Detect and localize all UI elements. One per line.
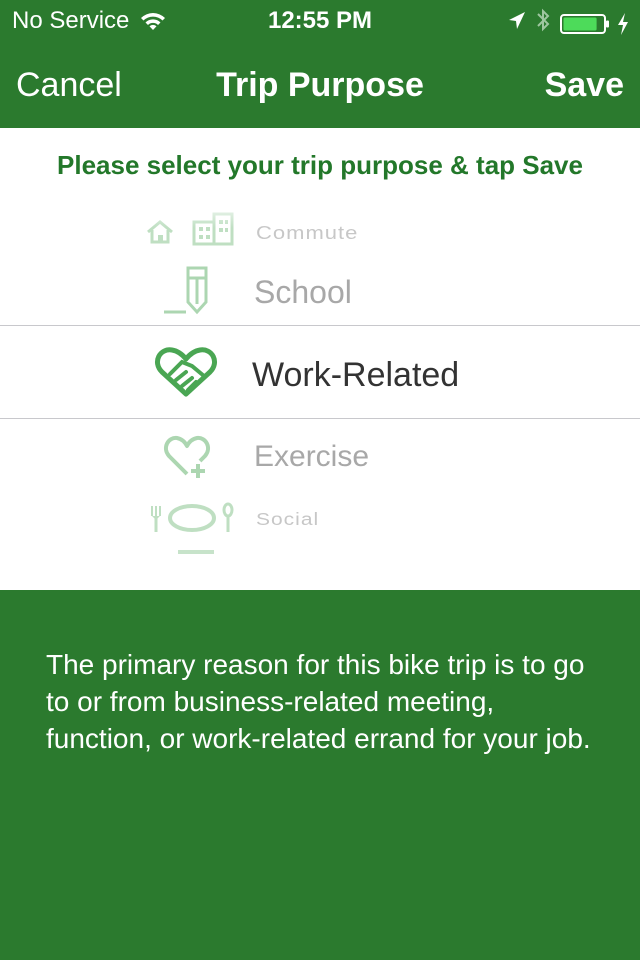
commute-icon xyxy=(144,210,236,246)
selection-indicator-bottom xyxy=(0,418,640,419)
picker-item-label: Work-Related xyxy=(252,356,460,394)
charging-bolt-icon xyxy=(616,12,630,36)
location-arrow-icon xyxy=(508,10,526,38)
picker-item-label: School xyxy=(254,274,352,310)
bluetooth-icon xyxy=(536,8,550,39)
description-panel: The primary reason for this bike trip is… xyxy=(0,590,640,960)
save-button[interactable]: Save xyxy=(545,66,624,105)
social-icon xyxy=(146,502,238,534)
status-right xyxy=(498,8,630,39)
picker-item-school[interactable]: School xyxy=(0,260,640,324)
work-related-icon xyxy=(154,344,218,400)
navigation-bar: Cancel Trip Purpose Save xyxy=(0,40,640,128)
purpose-description: The primary reason for this bike trip is… xyxy=(46,649,591,754)
status-bar: No Service 12:55 PM xyxy=(0,0,640,40)
picker-item-work-related[interactable]: Work-Related xyxy=(0,326,640,418)
picker-item-label: Commute xyxy=(256,221,359,244)
school-icon xyxy=(160,264,216,316)
picker-item-exercise[interactable]: Exercise xyxy=(0,428,640,488)
picker-item-commute[interactable]: Commute xyxy=(0,206,640,254)
picker-item-label: Exercise xyxy=(254,440,370,473)
instruction-text: Please select your trip purpose & tap Sa… xyxy=(0,128,640,198)
battery-icon xyxy=(560,13,612,35)
picker-item-social[interactable]: Social xyxy=(0,498,640,542)
cancel-button[interactable]: Cancel xyxy=(16,66,122,105)
picker-item-partial[interactable] xyxy=(0,542,640,554)
exercise-icon xyxy=(162,434,212,480)
trip-purpose-picker[interactable]: Commute School Work-Related Exercise Soc… xyxy=(0,198,640,590)
partial-item-icon xyxy=(176,544,216,554)
picker-item-label: Social xyxy=(256,509,320,530)
